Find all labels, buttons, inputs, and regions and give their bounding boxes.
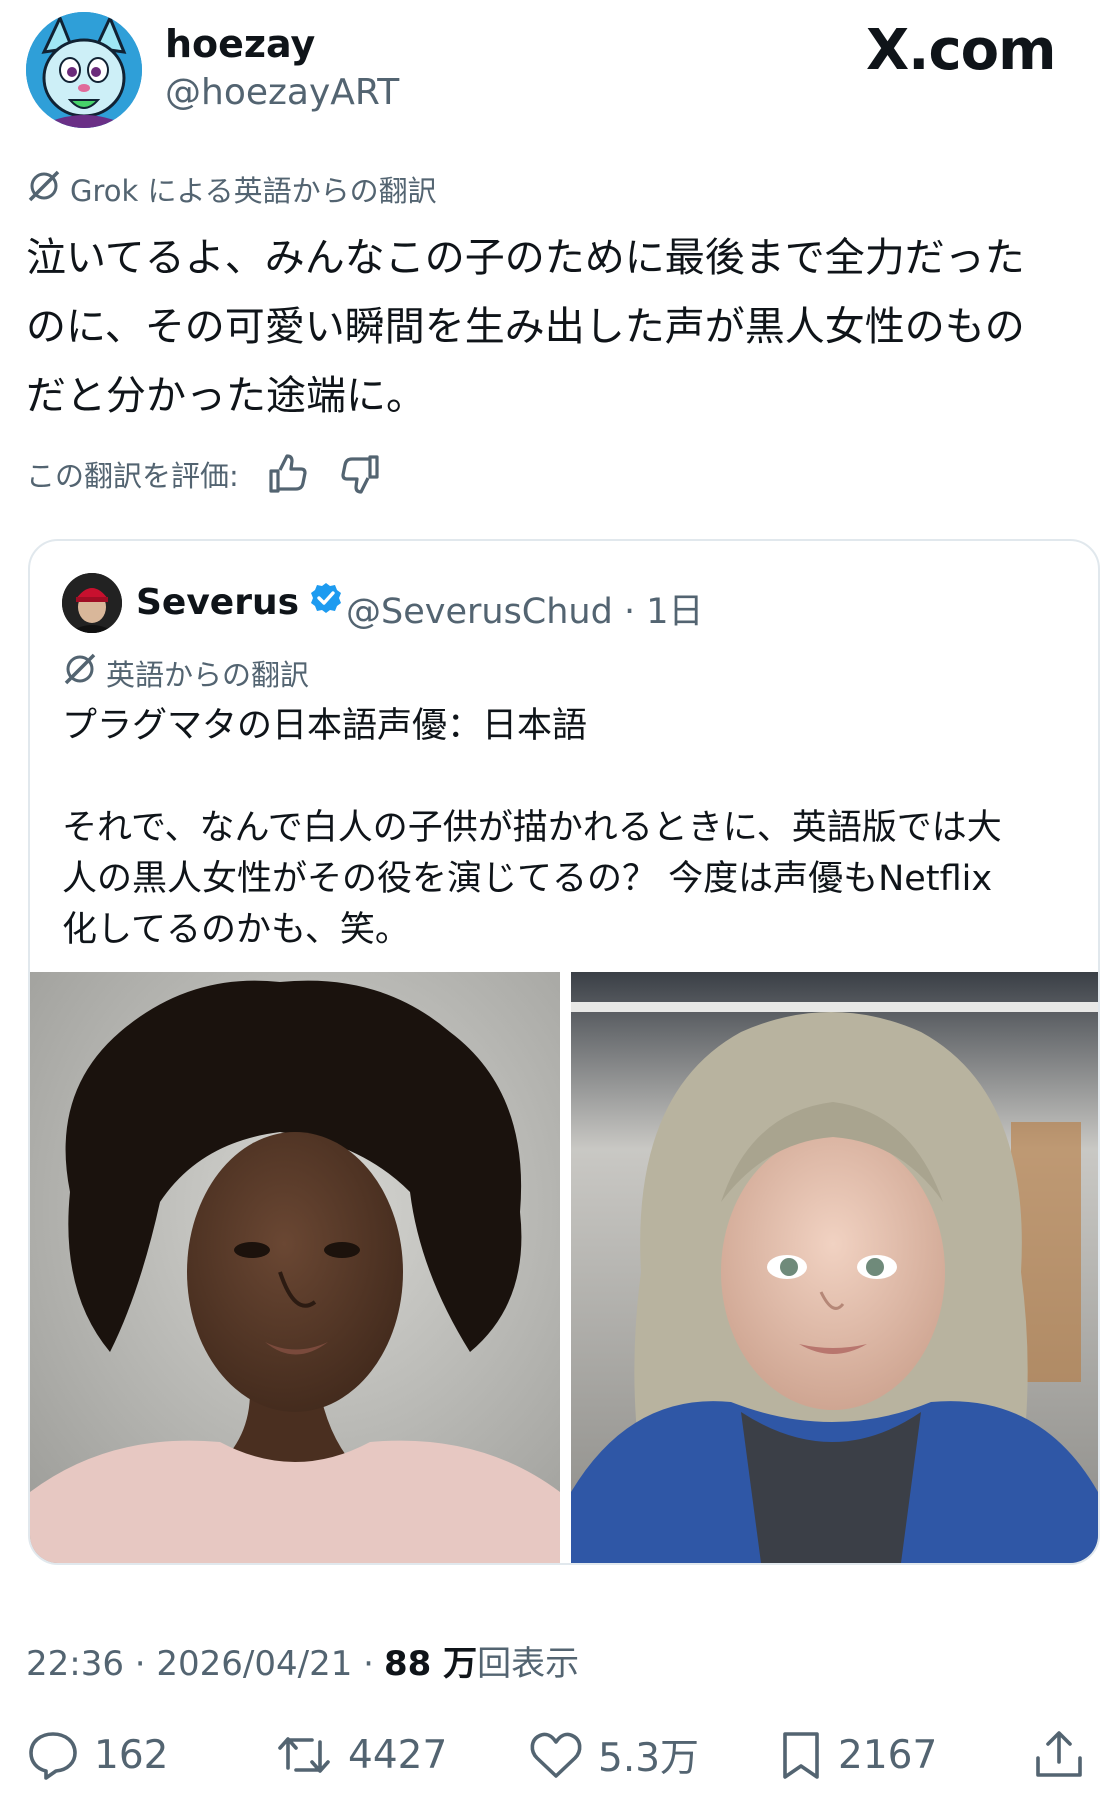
grok-translation-label: Grok による英語からの翻訳 — [26, 168, 437, 210]
view-count: 88 万 — [384, 1644, 478, 1684]
reply-icon — [29, 1732, 77, 1780]
repost-button[interactable]: 4427 — [274, 1720, 447, 1790]
tweet-meta: 22:36 · 2026/04/21 · 88 万 回表示 — [26, 1636, 579, 1685]
quoted-handle-time[interactable]: @SeverusChud · 1日 — [346, 583, 703, 634]
repost-count: 4427 — [348, 1732, 448, 1778]
verified-badge-icon — [309, 581, 343, 624]
thumbs-down-icon — [341, 455, 379, 494]
grok-icon — [26, 168, 62, 211]
x-logo: X.com — [866, 18, 1056, 83]
tweet-text-line: だと分かった途端に。 — [26, 373, 426, 419]
share-icon — [1036, 1731, 1082, 1777]
translation-source-text: Grok による英語からの翻訳 — [70, 174, 437, 208]
thumbs-up-button[interactable] — [261, 448, 313, 500]
quoted-photo-woman[interactable] — [30, 972, 560, 1563]
translate-icon — [62, 651, 98, 694]
thumbs-down-button[interactable] — [335, 448, 387, 500]
like-icon — [530, 1732, 582, 1778]
quoted-author-name-text: Severus — [136, 582, 300, 623]
action-bar: 162 4427 5.3万 2167 — [26, 1720, 1096, 1790]
views-label: 回表示 — [477, 1644, 580, 1684]
tweet-text-line: のに、その可愛い瞬間を生み出した声が黒人女性のもの — [26, 304, 1025, 350]
tweet-text: 泣いてるよ、みんなこの子のために最後まで全力だった のに、その可愛い瞬間を生み出… — [26, 224, 1086, 431]
author-handle[interactable]: @hoezayART — [165, 72, 399, 113]
tweet-text-line: 泣いてるよ、みんなこの子のために最後まで全力だった — [26, 235, 1025, 281]
quoted-author-name[interactable]: Severus — [136, 581, 343, 624]
quoted-tweet-text: プラグマタの日本語声優：日本語 それで、なんで白人の子供が描かれるときに、英語版… — [62, 706, 1002, 950]
bookmark-button[interactable]: 2167 — [778, 1720, 937, 1790]
like-count: 5.3万 — [598, 1736, 700, 1781]
share-button[interactable] — [1032, 1720, 1086, 1790]
bookmark-count: 2167 — [838, 1732, 938, 1778]
quoted-translation-label: 英語からの翻訳 — [62, 651, 309, 694]
repost-icon — [278, 1737, 330, 1773]
quoted-author-avatar[interactable] — [62, 573, 122, 633]
reply-button[interactable]: 162 — [26, 1720, 168, 1790]
rate-translation-row: この翻訳を評価: — [26, 448, 387, 500]
tweet-timestamp[interactable]: 22:36 · 2026/04/21 · — [26, 1644, 374, 1684]
reply-count: 162 — [94, 1732, 169, 1778]
rate-translation-label: この翻訳を評価: — [26, 459, 239, 493]
like-button[interactable]: 5.3万 — [528, 1720, 699, 1790]
quoted-tweet[interactable]: Severus @SeverusChud · 1日 英語からの翻訳 プラグマタの… — [28, 539, 1100, 1565]
author-avatar[interactable] — [26, 12, 142, 128]
author-name[interactable]: hoezay — [165, 22, 315, 66]
bookmark-icon — [783, 1732, 819, 1779]
quoted-translation-label-text: 英語からの翻訳 — [106, 657, 310, 692]
quoted-photo-character[interactable] — [571, 972, 1098, 1563]
thumbs-up-icon — [269, 454, 307, 493]
